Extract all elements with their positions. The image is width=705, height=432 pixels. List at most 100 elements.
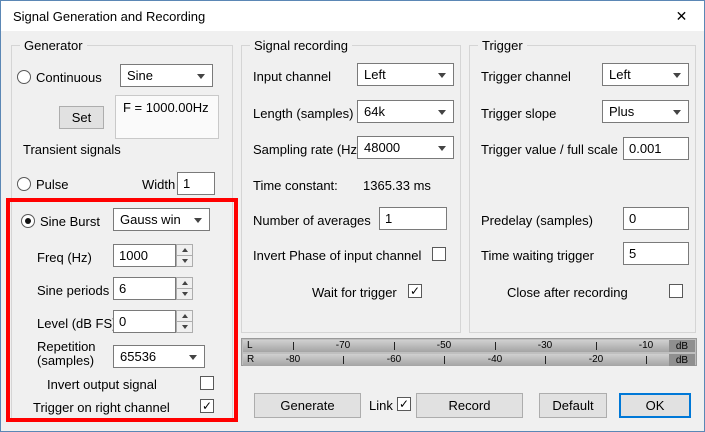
arrow-up-icon <box>181 248 188 252</box>
set-button[interactable]: Set <box>59 106 104 129</box>
repetition-select[interactable]: 65536 <box>113 345 205 368</box>
signal-recording-group-title: Signal recording <box>250 38 352 53</box>
default-button[interactable]: Default <box>539 393 607 418</box>
input-channel-value: Left <box>364 67 386 82</box>
repetition-value: 65536 <box>120 349 157 364</box>
time-constant-label: Time constant: <box>253 178 338 193</box>
generator-group-title: Generator <box>20 38 87 53</box>
level-meter: L -70 -50 -30 -10 dB R -80 -60 -40 -20 d… <box>241 338 697 366</box>
trigger-value-input[interactable] <box>623 137 689 160</box>
wait-trigger-checkbox[interactable]: ✓ <box>408 284 422 298</box>
meter-tick-label: -20 <box>588 354 604 365</box>
chevron-down-icon <box>438 73 446 78</box>
chevron-down-icon <box>197 74 205 79</box>
chevron-down-icon <box>438 110 446 115</box>
meter-tick-label: -10 <box>638 340 654 351</box>
checkmark-icon: ✓ <box>201 399 213 413</box>
averages-label: Number of averages <box>253 213 371 228</box>
pulse-radio[interactable] <box>17 177 31 191</box>
meter-tick-label: -60 <box>386 354 402 365</box>
level-label: Level (dB FS) <box>37 316 117 331</box>
spin-down-button[interactable] <box>176 322 193 333</box>
sine-periods-input[interactable] <box>113 277 176 300</box>
meter-left-label: L <box>247 340 253 351</box>
title-bar: Signal Generation and Recording ✕ <box>1 1 704 31</box>
chevron-down-icon <box>438 146 446 151</box>
checkmark-icon: ✓ <box>398 397 410 411</box>
sampling-rate-select[interactable]: 48000 <box>357 136 454 159</box>
arrow-down-icon <box>181 259 188 263</box>
sine-periods-label: Sine periods <box>37 283 110 298</box>
arrow-up-icon <box>181 314 188 318</box>
wait-trigger-label: Wait for trigger <box>312 285 397 300</box>
input-channel-select[interactable]: Left <box>357 63 454 86</box>
burst-window-value: Gauss win <box>120 212 181 227</box>
close-button[interactable]: ✕ <box>659 1 704 31</box>
ok-button[interactable]: OK <box>619 393 691 418</box>
meter-row-left: L -70 -50 -30 -10 dB <box>243 340 695 352</box>
close-after-recording-checkbox[interactable] <box>669 284 683 298</box>
chevron-down-icon <box>673 110 681 115</box>
trigger-right-channel-label: Trigger on right channel <box>33 400 170 415</box>
trigger-slope-label: Trigger slope <box>481 106 557 121</box>
burst-window-select[interactable]: Gauss win <box>113 208 210 231</box>
burst-freq-input[interactable] <box>113 244 176 267</box>
burst-freq-label: Freq (Hz) <box>37 250 92 265</box>
generate-button[interactable]: Generate <box>254 393 361 418</box>
link-label: Link <box>369 398 393 413</box>
meter-unit-label: dB <box>669 354 695 366</box>
arrow-up-icon <box>181 281 188 285</box>
meter-tick <box>646 356 647 364</box>
averages-input[interactable] <box>379 207 447 230</box>
meter-unit-label: dB <box>669 340 695 352</box>
continuous-radio[interactable] <box>17 70 31 84</box>
spin-up-button[interactable] <box>176 277 193 289</box>
arrow-down-icon <box>181 292 188 296</box>
invert-output-checkbox[interactable] <box>200 376 214 390</box>
transient-signals-heading: Transient signals <box>23 142 121 157</box>
pulse-width-label: Width <box>142 177 176 192</box>
spin-up-button[interactable] <box>176 244 193 256</box>
trigger-right-channel-checkbox[interactable]: ✓ <box>200 399 214 413</box>
length-value: 64k <box>364 104 385 119</box>
chevron-down-icon <box>189 355 197 360</box>
record-button[interactable]: Record <box>416 393 523 418</box>
meter-right-label: R <box>247 354 255 365</box>
meter-row-right: R -80 -60 -40 -20 dB <box>243 354 695 366</box>
burst-freq-spinner <box>176 244 193 267</box>
spin-down-button[interactable] <box>176 256 193 267</box>
length-select[interactable]: 64k <box>357 100 454 123</box>
link-checkbox[interactable]: ✓ <box>397 397 411 411</box>
time-waiting-input[interactable] <box>623 242 689 265</box>
meter-tick-label: -70 <box>335 340 351 351</box>
sampling-rate-label: Sampling rate (Hz) <box>253 142 362 157</box>
length-label: Length (samples) <box>253 106 354 121</box>
meter-tick <box>596 342 597 350</box>
spin-down-button[interactable] <box>176 289 193 300</box>
pulse-width-input[interactable] <box>177 172 215 195</box>
meter-tick <box>444 356 445 364</box>
meter-tick <box>394 342 395 350</box>
signal-generation-dialog: Signal Generation and Recording ✕ Genera… <box>0 0 705 432</box>
invert-phase-label: Invert Phase of input channel <box>253 248 422 263</box>
pulse-label: Pulse <box>36 177 69 192</box>
invert-phase-checkbox[interactable] <box>432 247 446 261</box>
trigger-slope-select[interactable]: Plus <box>602 100 689 123</box>
trigger-group-title: Trigger <box>478 38 527 53</box>
predelay-input[interactable] <box>623 207 689 230</box>
meter-tick-label: -40 <box>487 354 503 365</box>
sampling-rate-value: 48000 <box>364 140 401 155</box>
frequency-readout: F = 1000.00Hz <box>115 95 219 139</box>
trigger-value-label: Trigger value / full scale <box>481 142 618 157</box>
level-input[interactable] <box>113 310 176 333</box>
continuous-waveform-select[interactable]: Sine <box>120 64 213 87</box>
time-waiting-label: Time waiting trigger <box>481 248 594 263</box>
time-constant-value: 1365.33 ms <box>363 178 431 193</box>
chevron-down-icon <box>673 73 681 78</box>
input-channel-label: Input channel <box>253 69 332 84</box>
continuous-label: Continuous <box>36 70 102 85</box>
trigger-channel-select[interactable]: Left <box>602 63 689 86</box>
spin-up-button[interactable] <box>176 310 193 322</box>
sine-burst-radio[interactable] <box>21 214 35 228</box>
trigger-channel-value: Left <box>609 67 631 82</box>
